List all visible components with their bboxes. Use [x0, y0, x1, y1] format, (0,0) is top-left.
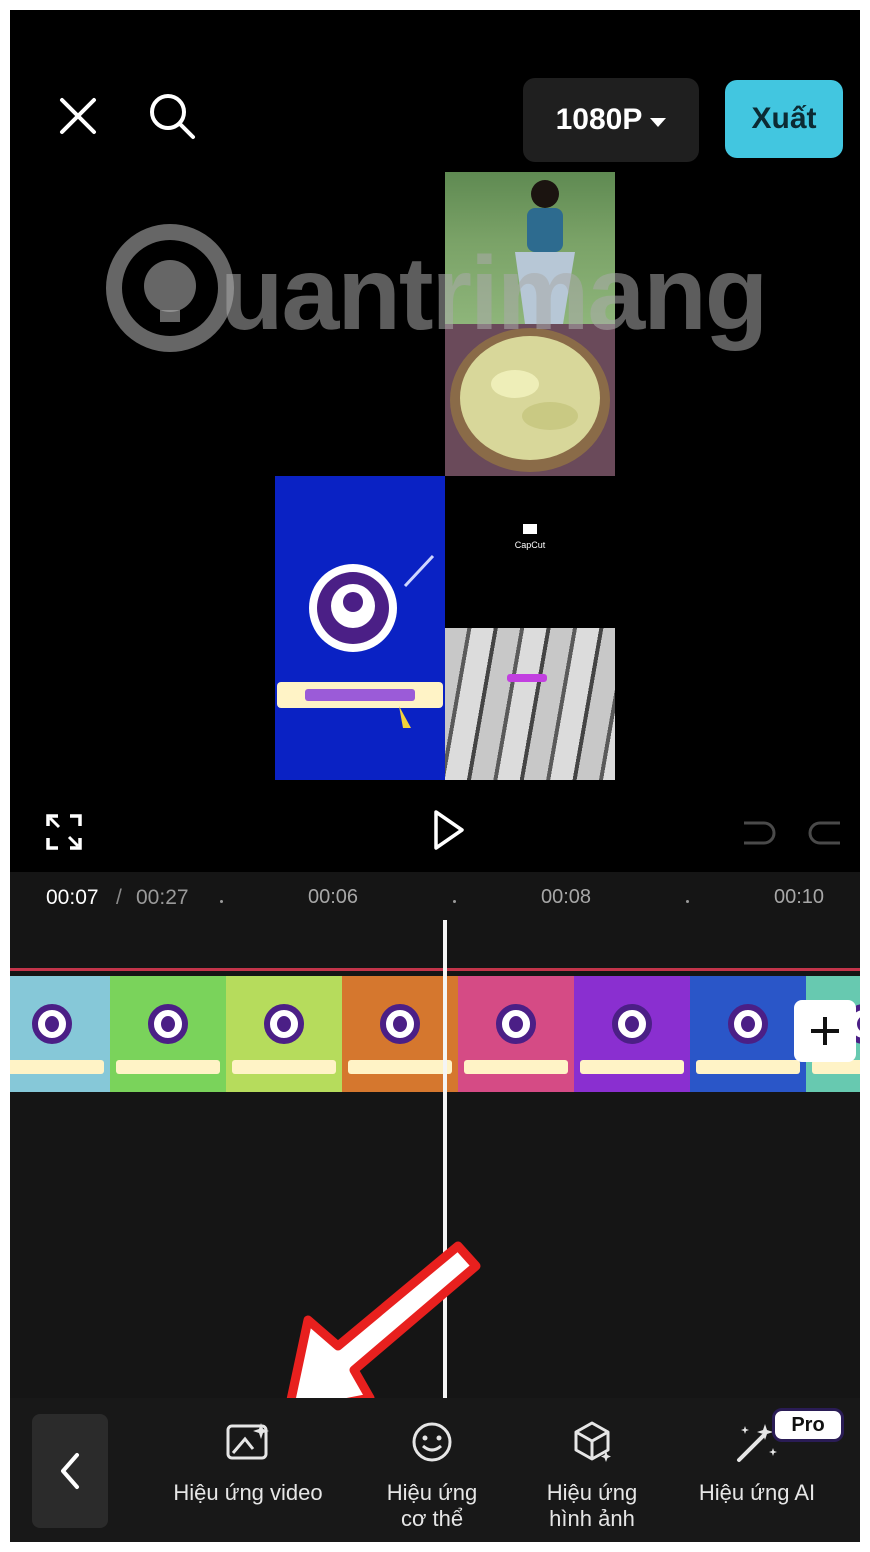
export-button[interactable]: Xuất [725, 80, 843, 158]
watermark-text: uantrimang [220, 236, 768, 352]
search-button[interactable] [144, 88, 200, 144]
image-effect-icon [566, 1416, 618, 1468]
clip-caption-bar [580, 1060, 684, 1074]
undo-button[interactable] [732, 808, 784, 858]
preview-tile-capcut: CapCut [445, 476, 615, 628]
search-icon [150, 94, 195, 139]
playhead[interactable] [443, 920, 447, 1398]
capcut-label: CapCut [514, 540, 546, 550]
ruler-dot [453, 900, 456, 903]
timeline-clip[interactable] [342, 976, 458, 1092]
chevron-left-icon [61, 1453, 79, 1489]
clip-caption-bar [464, 1060, 568, 1074]
time-ruler: 00:07 / 00:27 00:06 00:08 00:10 [10, 872, 860, 928]
timeline-clip[interactable] [10, 976, 110, 1092]
clip-logo-icon [612, 1004, 652, 1044]
play-button[interactable] [420, 802, 476, 858]
timeline-clip[interactable] [110, 976, 226, 1092]
video-effect-icon [222, 1416, 274, 1468]
plus-icon [811, 1017, 839, 1045]
undo-icon [744, 821, 776, 845]
redo-button[interactable] [800, 808, 852, 858]
ruler-dot [686, 900, 689, 903]
resolution-dropdown[interactable]: 1080P [523, 78, 699, 162]
clip-logo-icon [728, 1004, 768, 1044]
ruler-tick: 00:06 [308, 886, 359, 908]
clip-logo-icon [148, 1004, 188, 1044]
clip-caption-bar [348, 1060, 452, 1074]
track-border [10, 968, 860, 971]
tool-ai-effect-label: Hiệu ứng AI [698, 1480, 816, 1505]
clip-logo-icon [380, 1004, 420, 1044]
preview-tile-logo [275, 476, 445, 780]
clip-caption-bar [10, 1060, 104, 1074]
ruler-tick: 00:08 [541, 886, 592, 908]
redo-icon [808, 821, 840, 845]
timeline-clip[interactable] [458, 976, 574, 1092]
effects-toolbar: Hiệu ứng video Hiệu ứng cơ thể Hiệu ứng … [10, 1398, 860, 1542]
clip-caption-bar [812, 1060, 860, 1074]
clip-logo-icon [264, 1004, 304, 1044]
current-time: 00:07 [46, 886, 99, 909]
editor-screen: 1080P Xuất CapCut uantrimang 00:07 / 00:… [10, 10, 860, 1542]
tool-video-effect[interactable]: Hiệu ứng video [160, 1416, 336, 1506]
tool-body-effect[interactable]: Hiệu ứng cơ thể [368, 1416, 496, 1532]
close-button[interactable] [52, 90, 104, 142]
resolution-label: 1080P [555, 103, 643, 136]
ruler-tick: 00:10 [774, 886, 825, 908]
back-button[interactable] [32, 1414, 108, 1528]
body-effect-icon [406, 1416, 458, 1468]
fullscreen-button[interactable] [38, 806, 90, 858]
clip-caption-bar [116, 1060, 220, 1074]
total-time: 00:27 [136, 886, 189, 909]
video-track[interactable] [10, 976, 860, 1092]
tool-body-effect-label: Hiệu ứng cơ thể [386, 1480, 478, 1531]
tool-image-effect-label: Hiệu ứng hình ảnh [546, 1480, 638, 1531]
clip-caption-bar [232, 1060, 336, 1074]
timeline-clip[interactable] [690, 976, 806, 1092]
timeline-clip[interactable] [574, 976, 690, 1092]
add-clip-button[interactable] [794, 1000, 856, 1062]
tool-image-effect[interactable]: Hiệu ứng hình ảnh [528, 1416, 656, 1532]
clip-logo-icon [496, 1004, 536, 1044]
fullscreen-icon [46, 814, 82, 850]
play-icon [434, 810, 464, 850]
time-separator: / [116, 886, 122, 909]
clip-logo-icon [32, 1004, 72, 1044]
pro-badge: Pro [772, 1408, 844, 1442]
close-icon [60, 98, 96, 134]
tool-video-effect-label: Hiệu ứng video [173, 1480, 323, 1505]
chevron-down-icon [650, 117, 667, 127]
clip-caption-bar [696, 1060, 800, 1074]
ruler-dot [220, 900, 223, 903]
preview-tile-keyboard [445, 628, 615, 780]
timeline-clip[interactable] [226, 976, 342, 1092]
timeline-panel[interactable]: 00:07 / 00:27 00:06 00:08 00:10 [10, 872, 860, 1400]
